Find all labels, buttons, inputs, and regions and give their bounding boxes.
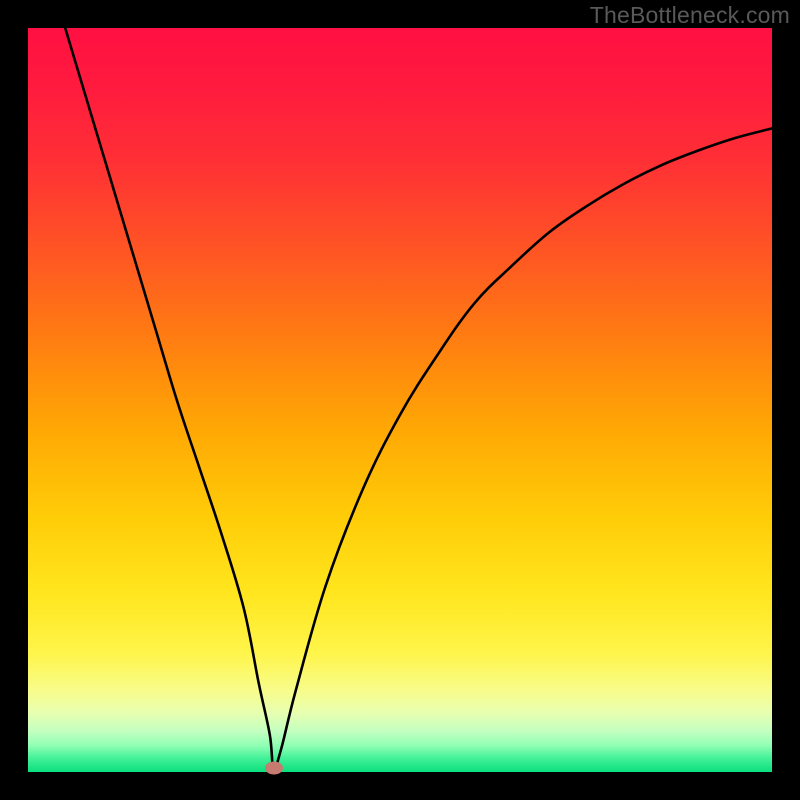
watermark-label: TheBottleneck.com [590, 2, 790, 29]
plot-area [28, 28, 772, 772]
minimum-marker-icon [265, 762, 283, 775]
bottleneck-curve [28, 28, 772, 772]
chart-frame: TheBottleneck.com [0, 0, 800, 800]
